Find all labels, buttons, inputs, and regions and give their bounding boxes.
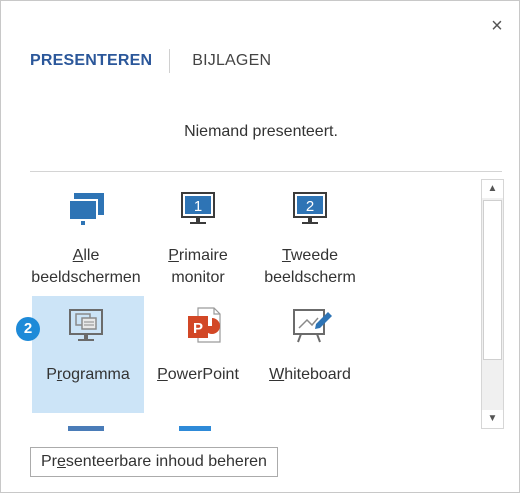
tile-label: Whiteboard: [269, 366, 351, 383]
tile-alle-beeldschermen[interactable]: Alle beeldschermen: [30, 173, 142, 293]
tab-presenteren[interactable]: PRESENTEREN: [30, 52, 152, 70]
tile-primaire-monitor[interactable]: 1 Primaire monitor: [142, 173, 254, 293]
presenting-status: Niemand presenteert.: [184, 123, 338, 140]
svg-text:1: 1: [194, 198, 202, 215]
scroll-thumb[interactable]: [483, 200, 502, 360]
powerpoint-icon: P: [142, 304, 254, 354]
whiteboard-icon: [254, 304, 366, 354]
all-monitors-icon: [30, 187, 142, 237]
next-row-tile-bar: [68, 426, 104, 431]
present-dialog: × PRESENTEREN BIJLAGEN Niemand presentee…: [0, 0, 520, 493]
svg-text:P: P: [193, 320, 203, 337]
tile-powerpoint[interactable]: P PowerPoint: [142, 296, 254, 413]
tile-tweede-beeldscherm[interactable]: 2 Tweede beeldscherm: [254, 173, 366, 293]
tab-bijlagen[interactable]: BIJLAGEN: [192, 52, 271, 70]
scroll-down-icon[interactable]: ▼: [482, 410, 503, 428]
tile-label: Tweede beeldscherm: [264, 247, 356, 286]
manage-presentable-content-button[interactable]: Presenteerbare inhoud beheren: [30, 447, 278, 477]
scroll-up-icon[interactable]: ▲: [482, 180, 503, 198]
next-row-tile-bar: [179, 426, 211, 431]
monitor-1-icon: 1: [142, 187, 254, 237]
tile-whiteboard[interactable]: Whiteboard: [254, 296, 366, 413]
close-button[interactable]: ×: [485, 15, 509, 39]
tab-bar: PRESENTEREN BIJLAGEN: [30, 46, 271, 76]
vertical-scrollbar[interactable]: ▲ ▼: [481, 179, 504, 429]
share-options-grid: Alle beeldschermen 1 Primaire monitor 2 …: [16, 173, 480, 413]
step-badge: 2: [16, 317, 40, 341]
monitor-2-icon: 2: [254, 187, 366, 237]
program-window-icon: [32, 304, 144, 354]
tab-separator: [169, 49, 171, 73]
divider: [30, 171, 502, 172]
svg-text:2: 2: [306, 198, 314, 215]
tile-programma[interactable]: Programma: [32, 296, 144, 413]
